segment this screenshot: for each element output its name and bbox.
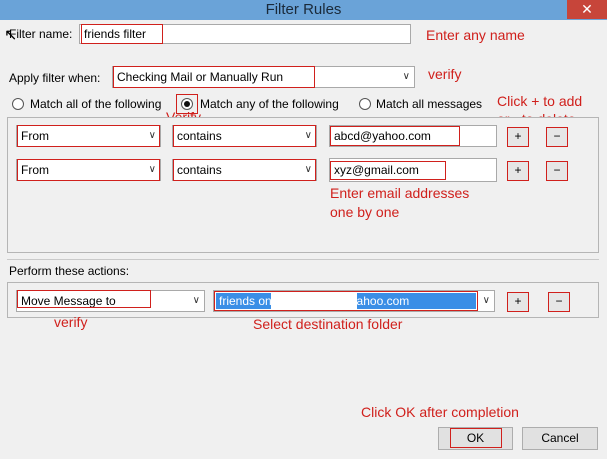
cursor-icon: ↖ (4, 27, 18, 44)
ok-button[interactable]: OK (438, 427, 513, 450)
rule-1-field-select[interactable]: From ∨ (16, 125, 161, 147)
action-remove-button[interactable]: − (548, 292, 570, 312)
rule-2-value-input[interactable]: xyz@gmail.com (329, 158, 497, 182)
dropdown-arrow-icon: ∨ (148, 164, 156, 175)
actions-separator (7, 259, 599, 260)
match-any-label: Match any of the following (200, 97, 339, 111)
rule-1-operator: contains (177, 129, 222, 143)
title-bar: Filter Rules ✕ (0, 0, 607, 20)
annotation-click-plus: Click + to add (497, 93, 583, 109)
annotation-verify-1: verify (428, 66, 462, 82)
match-all-messages-label: Match all messages (376, 97, 483, 111)
action-add-button[interactable]: + (507, 292, 529, 312)
match-all-label: Match all of the following (30, 97, 162, 111)
close-icon[interactable]: ✕ (567, 0, 607, 19)
rule-2-field-select[interactable]: From ∨ (16, 159, 161, 181)
radio-match-all[interactable] (12, 98, 24, 110)
rule-1-remove-button[interactable]: − (546, 127, 568, 147)
rule-2-operator: contains (177, 163, 222, 177)
dropdown-arrow-icon: ∨ (304, 130, 312, 141)
rule-2-add-button[interactable]: + (507, 161, 529, 181)
annotation-enter-name: Enter any name (426, 27, 525, 43)
redacted-text (271, 293, 357, 309)
radio-match-all-messages[interactable] (359, 98, 371, 110)
apply-when-label: Apply filter when: (9, 71, 101, 85)
rule-2-remove-button[interactable]: − (546, 161, 568, 181)
rule-1-value-input[interactable]: abcd@yahoo.com (329, 125, 497, 147)
filter-name-input[interactable]: friends filter (79, 24, 411, 44)
filter-name-label: Filter name: (9, 27, 73, 41)
cancel-button[interactable]: Cancel (522, 427, 598, 450)
annotation-click-ok: Click OK after completion (361, 404, 519, 420)
annotation-verify-3: verify (54, 314, 88, 330)
filter-rules-window: Filter Rules ✕ Filter name: ↖ friends fi… (0, 0, 607, 459)
rule-1-operator-select[interactable]: contains ∨ (172, 125, 317, 147)
window-title: Filter Rules (265, 1, 342, 18)
dropdown-arrow-icon: ∨ (192, 295, 200, 306)
dropdown-arrow-icon: ∨ (402, 71, 410, 82)
annotation-enter-emails-2: one by one (330, 204, 400, 220)
dropdown-arrow-icon: ∨ (482, 295, 490, 306)
apply-when-value: Checking Mail or Manually Run (117, 70, 284, 84)
annotation-enter-emails-1: Enter email addresses (330, 185, 470, 201)
action-select[interactable]: Move Message to ∨ (16, 290, 205, 312)
dropdown-arrow-icon: ∨ (148, 130, 156, 141)
rule-2-operator-select[interactable]: contains ∨ (172, 159, 317, 181)
action-value: Move Message to (21, 294, 116, 308)
rule-1-field: From (21, 129, 49, 143)
actions-label: Perform these actions: (9, 264, 130, 278)
annotation-select-folder: Select destination folder (253, 316, 403, 332)
rule-2-field: From (21, 163, 49, 177)
apply-when-select[interactable]: Checking Mail or Manually Run ∨ (112, 66, 415, 88)
rule-1-add-button[interactable]: + (507, 127, 529, 147)
dropdown-arrow-icon: ∨ (304, 164, 312, 175)
